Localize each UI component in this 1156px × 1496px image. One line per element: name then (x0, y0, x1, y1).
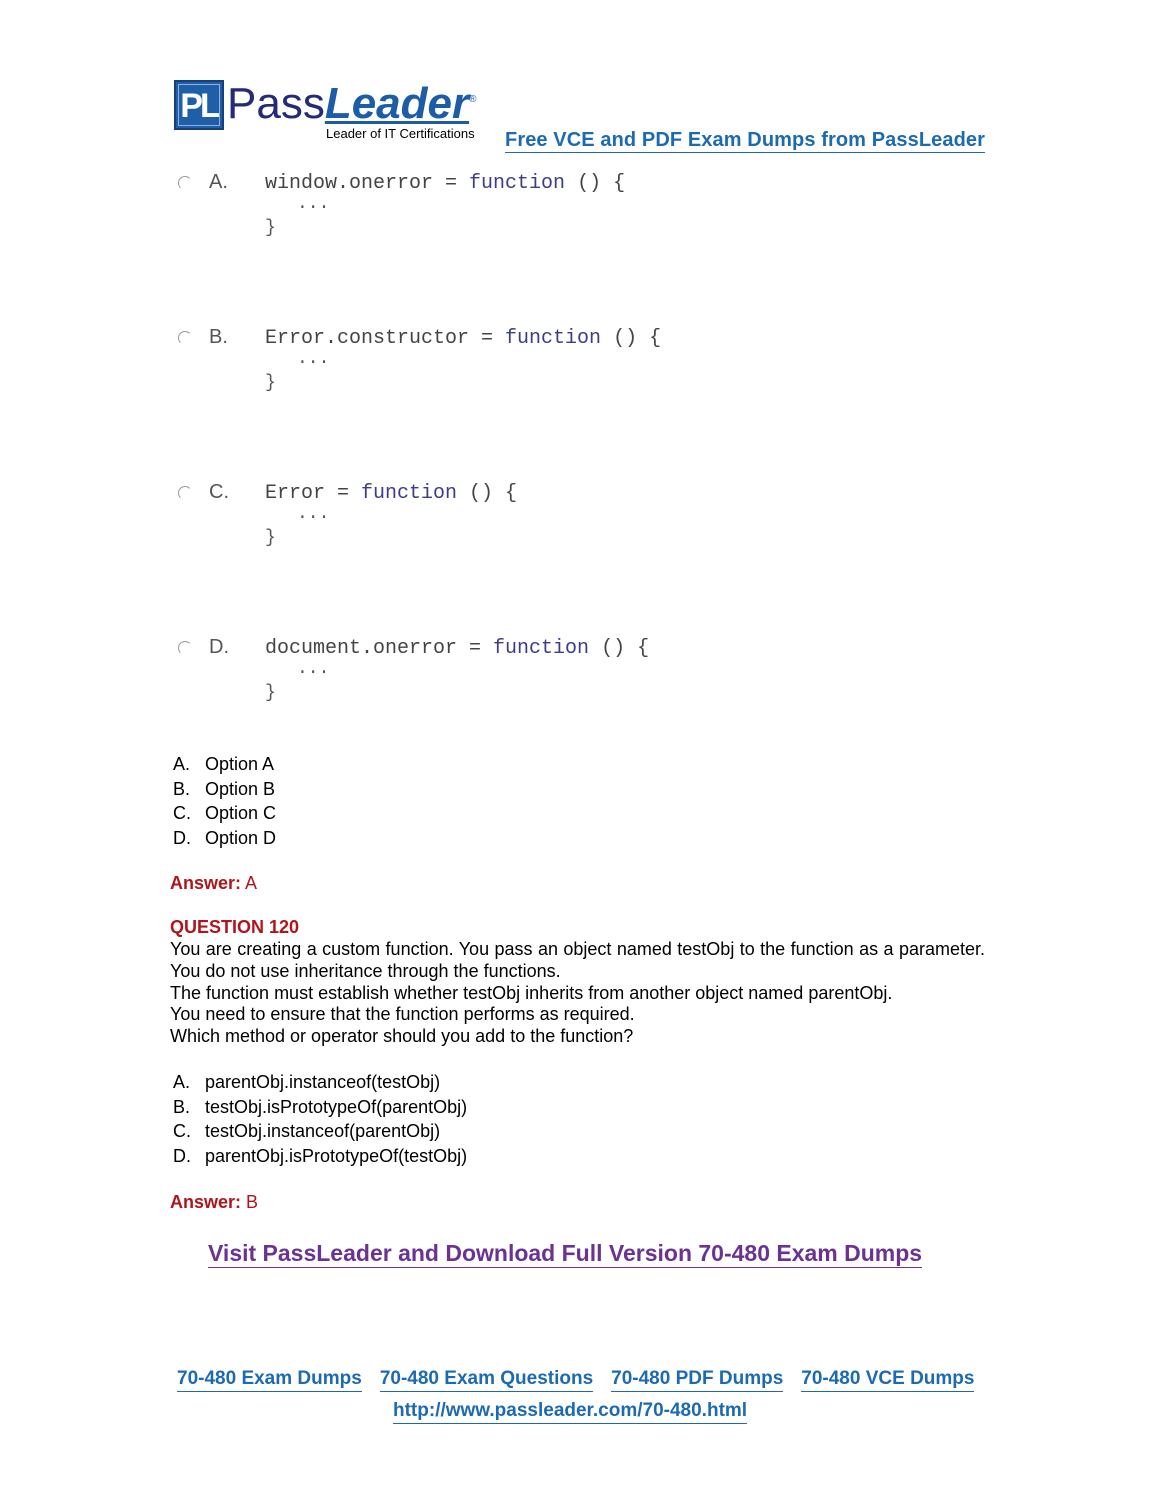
choice-item: B. Option B (173, 777, 276, 802)
radio-button[interactable] (178, 331, 192, 345)
registered-mark: ® (469, 94, 477, 105)
code-text: () { (565, 172, 626, 195)
pdf-dumps-link[interactable]: 70-480 PDF Dumps (611, 1368, 784, 1392)
choice-letter: D. (173, 827, 191, 848)
code-text: Error = (265, 482, 362, 505)
choice-letter: A. (173, 1072, 191, 1092)
choice-text: Option C (205, 803, 277, 823)
radio-button[interactable] (178, 176, 192, 190)
q120-answer: Answer: B (170, 1192, 258, 1213)
logo-text-pass: Pass (227, 79, 325, 128)
option-letter: D. (209, 636, 229, 658)
choice-text: testObj.isPrototypeOf(parentObj) (205, 1096, 468, 1117)
radio-button[interactable] (178, 486, 192, 500)
code-text: Error.constructor = (265, 327, 506, 350)
code-close: } (265, 528, 276, 548)
code-line: Error.constructor = function () { (265, 327, 661, 350)
question-paragraph: Which method or operator should you add … (170, 1026, 634, 1047)
code-text: window.onerror = (265, 172, 470, 195)
question-title: QUESTION 120 (170, 917, 300, 937)
choice-letter: B. (173, 778, 191, 799)
logo-mark: PL (174, 80, 224, 130)
free-dumps-link[interactable]: Free VCE and PDF Exam Dumps from PassLea… (505, 129, 986, 153)
code-body: ... (297, 504, 330, 524)
question-paragraph: The function must establish whether test… (170, 982, 893, 1003)
code-keyword: function (469, 172, 566, 195)
choice-item: D. parentObj.isPrototypeOf(testObj) (173, 1144, 467, 1169)
choice-item: A. Option A (173, 752, 276, 777)
logo-tagline: Leader of IT Certifications (326, 126, 475, 141)
radio-button[interactable] (178, 641, 192, 655)
code-keyword: function (493, 637, 590, 660)
q120-choice-list: A. parentObj.instanceof(testObj) B. testOb… (173, 1070, 467, 1168)
code-keyword: function (361, 482, 458, 505)
code-close: } (265, 683, 276, 703)
exam-dumps-link[interactable]: 70-480 Exam Dumps (177, 1368, 362, 1392)
question-paragraph: You need to ensure that the function per… (170, 1004, 635, 1025)
option-letter: B. (209, 326, 228, 348)
q119-choice-list: A. Option A B. Option B C. Option C D. Optio… (173, 752, 276, 850)
choice-item: B. testObj.isPrototypeOf(parentObj) (173, 1095, 467, 1120)
code-text: () { (601, 327, 662, 350)
choice-text: parentObj.isPrototypeOf(testObj) (205, 1145, 468, 1166)
choice-item: C. Option C (173, 801, 276, 826)
code-text: () { (589, 637, 650, 660)
choice-item: A. parentObj.instanceof(testObj) (173, 1070, 467, 1095)
choice-text: parentObj.instanceof(testObj) (205, 1072, 441, 1092)
code-text: document.onerror = (265, 637, 494, 660)
choice-letter: A. (173, 754, 191, 774)
vce-dumps-link[interactable]: 70-480 VCE Dumps (801, 1368, 975, 1392)
code-keyword: function (505, 327, 602, 350)
choice-item: D. Option D (173, 826, 276, 851)
footer-links: 70-480 Exam Dumps 70-480 Exam Questions … (177, 1368, 975, 1392)
question-paragraph: You are creating a custom function. You … (170, 939, 985, 981)
visit-download-link[interactable]: Visit PassLeader and Download Full Versi… (208, 1240, 923, 1268)
choice-text: Option D (205, 827, 277, 848)
logo-text-leader: Leader (324, 79, 470, 128)
code-close: } (265, 373, 276, 393)
option-letter: A. (209, 171, 228, 193)
exam-questions-link[interactable]: 70-480 Exam Questions (379, 1368, 594, 1392)
code-close: } (265, 218, 276, 238)
choice-text: Option B (205, 778, 276, 799)
passleader-url-link[interactable]: http://www.passleader.com/70-480.html (393, 1400, 748, 1424)
choice-text: Option A (205, 754, 275, 774)
code-body: ... (297, 194, 330, 214)
code-text: () { (457, 482, 518, 505)
option-letter: C. (209, 481, 229, 503)
code-line: document.onerror = function () { (265, 637, 649, 660)
answer-label: Answer: (170, 1192, 242, 1212)
choice-letter: C. (173, 1121, 191, 1141)
choice-letter: C. (173, 803, 191, 823)
code-body: ... (297, 349, 330, 369)
code-line: window.onerror = function () { (265, 172, 625, 195)
choice-letter: D. (173, 1145, 191, 1166)
answer-value: A (245, 873, 258, 893)
choice-item: C. testObj.instanceof(parentObj) (173, 1119, 467, 1144)
choice-letter: B. (173, 1096, 191, 1117)
choice-text: testObj.instanceof(parentObj) (205, 1121, 441, 1141)
code-line: Error = function () { (265, 482, 517, 505)
answer-label: Answer: (170, 873, 242, 893)
code-body: ... (297, 659, 330, 679)
q119-answer: Answer: A (170, 873, 257, 894)
question-text: You are creating a custom function. You … (170, 939, 985, 1048)
answer-value: B (246, 1192, 259, 1212)
